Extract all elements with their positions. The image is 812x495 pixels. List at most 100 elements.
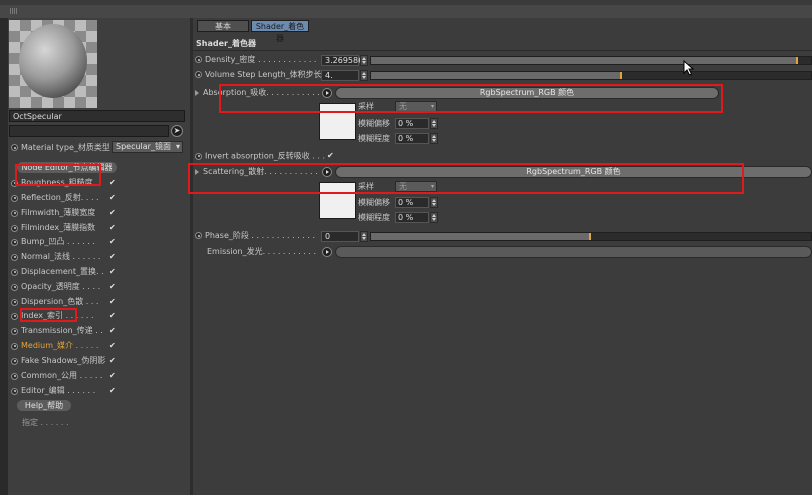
channel-row[interactable]: Normal_法线 . . . . . . ✔ — [11, 250, 117, 264]
phase-slider-knob[interactable] — [589, 233, 591, 240]
channel-row[interactable]: Index_索引 . . . . . . ✔ — [11, 309, 117, 323]
channel-row[interactable]: Roughness_粗糙度 ✔ — [11, 176, 117, 190]
channel-radio[interactable] — [11, 372, 18, 380]
absorption-blur-degree-stepper[interactable] — [430, 133, 438, 144]
invert-absorption-radio[interactable] — [195, 152, 202, 160]
channel-check-icon[interactable]: ✔ — [109, 265, 117, 279]
absorption-spectrum-button[interactable]: RgbSpectrum_RGB 颜色 — [335, 87, 719, 99]
material-type-dropdown[interactable]: Specular_镜面 ▾ — [112, 141, 183, 153]
volume-step-slider[interactable] — [370, 71, 812, 80]
density-radio[interactable] — [195, 56, 202, 63]
scattering-blur-degree-field[interactable]: 0 % — [395, 212, 429, 223]
absorption-blur-offset-stepper[interactable] — [430, 118, 438, 129]
density-value-field[interactable]: 3.269586 — [321, 55, 363, 66]
phase-value-field[interactable]: 0 — [321, 231, 359, 242]
channel-row[interactable]: Fake Shadows_伪阴影 ✔ — [11, 354, 117, 368]
channel-row[interactable]: Displacement_置换. . ✔ — [11, 265, 117, 279]
channel-check-icon[interactable]: ✔ — [109, 354, 117, 368]
absorption-color-swatch[interactable] — [319, 103, 356, 140]
absorption-blur-offset-label: 模糊偏移 — [358, 119, 390, 128]
channel-check-icon[interactable]: ✔ — [109, 384, 117, 398]
density-row: Density_密度 . . . . . . . . . . . . — [195, 54, 316, 66]
channel-radio[interactable] — [11, 342, 18, 350]
channel-row[interactable]: Bump_凹凸 . . . . . . ✔ — [11, 235, 117, 249]
channel-check-icon[interactable]: ✔ — [109, 309, 117, 323]
channel-check-icon[interactable]: ✔ — [109, 235, 117, 249]
channel-radio[interactable] — [11, 209, 18, 217]
absorption-sample-dropdown[interactable]: 无 ▾ — [395, 101, 437, 112]
scattering-color-swatch[interactable] — [319, 182, 356, 219]
absorption-blur-offset-field[interactable]: 0 % — [395, 118, 429, 129]
density-slider-knob[interactable] — [795, 57, 798, 64]
expand-arrow-icon[interactable] — [195, 89, 199, 96]
scattering-row[interactable]: Scattering_散射. . . . . . . . . . . — [195, 166, 318, 178]
channel-check-icon[interactable]: ✔ — [109, 250, 117, 264]
volume-step-slider-knob[interactable] — [619, 72, 622, 79]
channel-row[interactable]: Editor_编辑 . . . . . . ✔ — [11, 384, 117, 398]
phase-radio[interactable] — [195, 232, 202, 239]
channel-check-icon[interactable]: ✔ — [109, 295, 117, 309]
channel-radio[interactable] — [11, 268, 18, 276]
scattering-blur-offset-field[interactable]: 0 % — [395, 197, 429, 208]
channel-row[interactable]: Dispersion_色散 . . . ✔ — [11, 295, 117, 309]
tab-shader[interactable]: Shader_着色器 — [251, 20, 309, 43]
grip-dots-icon[interactable] — [10, 8, 18, 14]
channel-radio[interactable] — [11, 357, 18, 365]
channel-check-icon[interactable]: ✔ — [109, 191, 117, 205]
channel-check-icon[interactable]: ✔ — [109, 176, 117, 190]
channel-row[interactable]: Transmission_传递 . . ✔ — [11, 324, 117, 338]
material-link-field[interactable] — [9, 125, 169, 137]
channel-radio[interactable] — [11, 179, 18, 187]
emission-arrow-icon[interactable] — [322, 247, 332, 257]
channel-check-icon[interactable]: ✔ — [109, 206, 117, 220]
channel-row[interactable]: Medium_媒介 . . . . . ✔ — [11, 339, 117, 353]
node-editor-button[interactable]: Node Editor_节点编辑器 — [17, 162, 117, 173]
channel-radio[interactable] — [11, 283, 18, 291]
density-slider[interactable] — [370, 56, 812, 65]
channel-radio[interactable] — [11, 253, 18, 261]
channel-radio[interactable] — [11, 238, 18, 246]
material-type-radio[interactable] — [11, 144, 18, 151]
emission-shader-button[interactable] — [335, 246, 812, 258]
volume-step-radio[interactable] — [195, 71, 202, 78]
volume-step-value-field[interactable]: 4. — [321, 70, 359, 81]
density-stepper[interactable] — [360, 55, 368, 66]
volume-step-stepper[interactable] — [360, 70, 368, 81]
scattering-arrow-icon[interactable] — [322, 167, 332, 177]
channel-row[interactable]: Common_公用 . . . . . ✔ — [11, 369, 117, 383]
channel-radio[interactable] — [11, 194, 18, 202]
phase-stepper[interactable] — [360, 231, 368, 242]
channel-row[interactable]: Filmwidth_薄膜宽度 ✔ — [11, 206, 117, 220]
scattering-blur-offset-label: 模糊偏移 — [358, 198, 390, 207]
scattering-label: Scattering_散射. . . . . . . . . . . — [203, 167, 318, 176]
scattering-spectrum-button[interactable]: RgbSpectrum_RGB 颜色 — [335, 166, 812, 178]
channel-check-icon[interactable]: ✔ — [109, 280, 117, 294]
material-preview[interactable] — [9, 20, 97, 108]
material-name-field[interactable]: OctSpecular — [9, 110, 185, 122]
channel-radio[interactable] — [11, 327, 18, 335]
channel-check-icon[interactable]: ✔ — [109, 324, 117, 338]
channel-radio[interactable] — [11, 387, 18, 395]
channel-radio[interactable] — [11, 312, 18, 320]
scattering-sample-dropdown[interactable]: 无 ▾ — [395, 181, 437, 192]
link-arrow-icon[interactable]: ➤ — [171, 125, 183, 137]
channel-check-icon[interactable]: ✔ — [109, 221, 117, 235]
channel-row[interactable]: Opacity_透明度 . . . . ✔ — [11, 280, 117, 294]
invert-absorption-check-icon[interactable]: ✔ — [327, 150, 335, 162]
scattering-blur-degree-stepper[interactable] — [430, 212, 438, 223]
help-button[interactable]: Help_帮助 — [17, 400, 71, 411]
absorption-row[interactable]: Absorption_吸收. . . . . . . . . . . — [195, 87, 320, 99]
expand-arrow-icon[interactable] — [195, 168, 199, 175]
channel-row[interactable]: Filmindex_薄膜指数 ✔ — [11, 221, 117, 235]
chevron-down-icon: ▾ — [430, 183, 434, 190]
tab-basic[interactable]: 基本 — [197, 20, 249, 32]
channel-check-icon[interactable]: ✔ — [109, 339, 117, 353]
channel-check-icon[interactable]: ✔ — [109, 369, 117, 383]
channel-radio[interactable] — [11, 224, 18, 232]
phase-slider[interactable] — [370, 232, 812, 241]
channel-radio[interactable] — [11, 298, 18, 306]
absorption-blur-degree-field[interactable]: 0 % — [395, 133, 429, 144]
scattering-blur-offset-stepper[interactable] — [430, 197, 438, 208]
absorption-arrow-icon[interactable] — [322, 88, 332, 98]
channel-row[interactable]: Reflection_反射. . . . ✔ — [11, 191, 117, 205]
